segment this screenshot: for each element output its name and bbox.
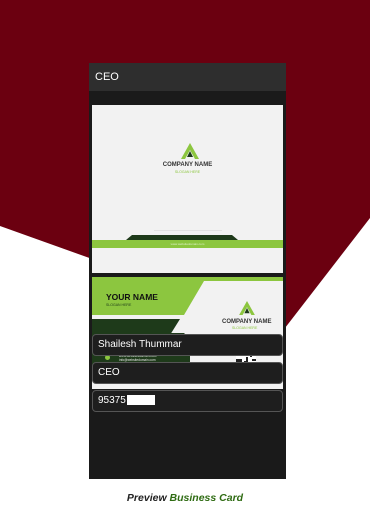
back-triangle-logo-icon: [239, 301, 255, 315]
company-slogan: SLOGAN HERE: [174, 170, 201, 174]
caption-accent: Business Card: [169, 492, 244, 504]
your-slogan: SLOGAN HERE: [106, 303, 132, 307]
back-company-slogan: SLOGAN HERE: [232, 326, 258, 330]
phone-preview: CEO COMPANY NAME SLOGAN HERE www.website…: [89, 63, 286, 479]
app-bar: CEO: [89, 63, 286, 91]
back-company-name: COMPANY NAME: [222, 319, 272, 325]
phone-field[interactable]: 95375: [92, 390, 283, 412]
front-website: www.websitedomain.com: [170, 242, 205, 246]
name-field-value: Shailesh Thummar: [98, 339, 182, 350]
front-footer-band: [92, 230, 283, 273]
app-bar-title: CEO: [95, 71, 119, 83]
your-name: YOUR NAME: [106, 292, 158, 302]
company-name: COMPANY NAME: [162, 162, 213, 168]
designation-field[interactable]: CEO: [92, 362, 283, 384]
name-field[interactable]: Shailesh Thummar: [92, 334, 283, 356]
designation-field-value: CEO: [98, 367, 120, 378]
business-card-front[interactable]: COMPANY NAME SLOGAN HERE www.websitedoma…: [92, 105, 283, 273]
preview-caption: Preview Business Card: [0, 492, 370, 504]
phone-field-value: 95375: [98, 395, 126, 406]
triangle-logo-icon: [181, 143, 199, 159]
redacted-mask: [126, 395, 155, 406]
caption-prefix: Preview: [126, 492, 167, 504]
